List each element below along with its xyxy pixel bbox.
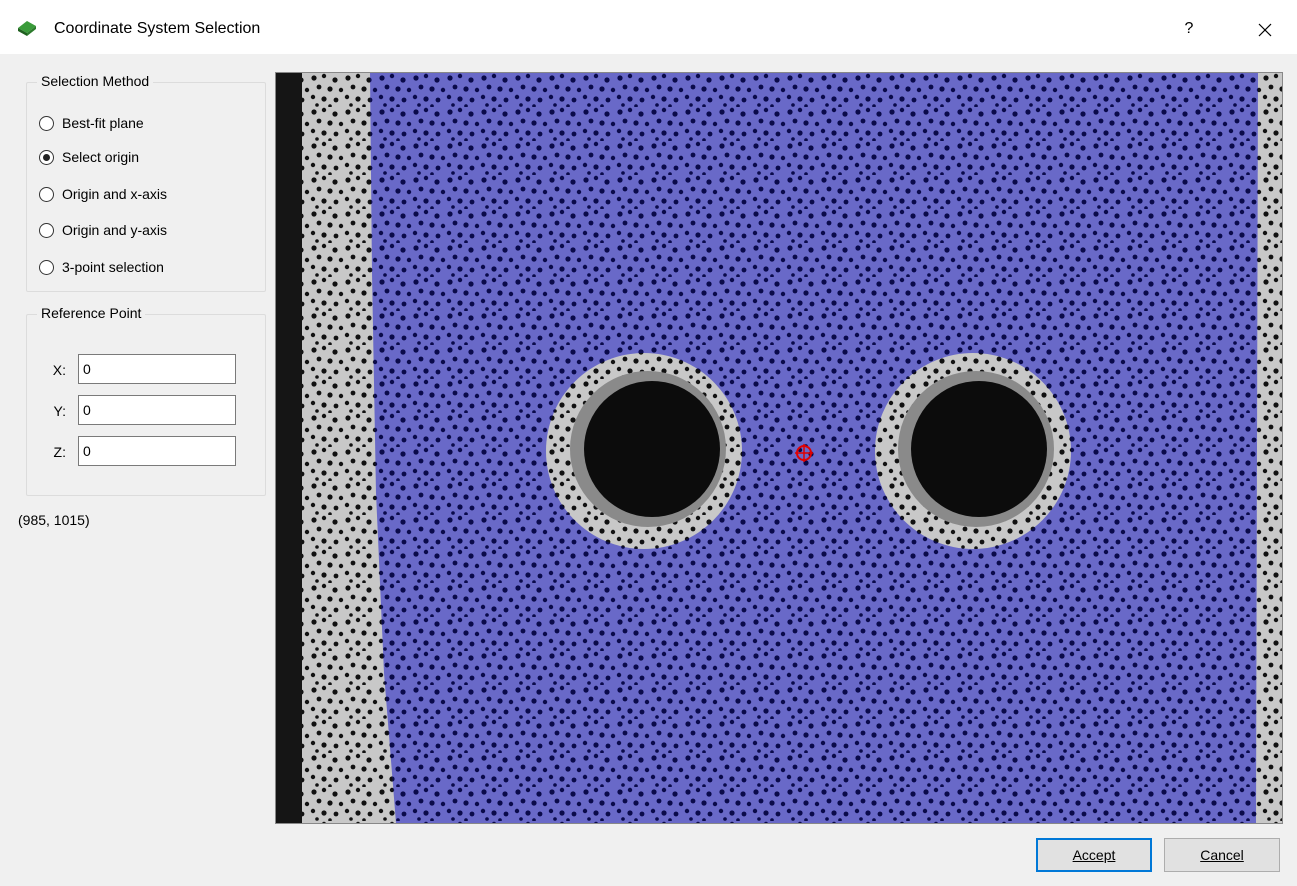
cancel-button[interactable]: Cancel bbox=[1164, 838, 1280, 872]
radio-indicator[interactable] bbox=[39, 115, 54, 131]
close-icon bbox=[1258, 23, 1272, 37]
accept-button[interactable]: Accept bbox=[1036, 838, 1152, 872]
roi-speckle bbox=[370, 73, 1258, 823]
radio-label: Origin and x-axis bbox=[62, 186, 168, 202]
right-hole bbox=[911, 381, 1047, 517]
radio-indicator[interactable] bbox=[39, 186, 54, 202]
title-bar: Coordinate System Selection ? bbox=[0, 0, 1297, 54]
y-label: Y: bbox=[53, 403, 66, 419]
specimen-edge bbox=[276, 73, 302, 823]
specimen-image[interactable] bbox=[276, 73, 1282, 823]
radio-3-point-selection[interactable]: 3-point selection bbox=[39, 256, 164, 278]
radio-label: 3-point selection bbox=[62, 259, 164, 275]
reference-point-legend: Reference Point bbox=[37, 305, 146, 321]
radio-select-origin[interactable]: Select origin bbox=[39, 146, 139, 168]
radio-indicator[interactable] bbox=[39, 222, 54, 238]
help-button[interactable]: ? bbox=[1174, 14, 1204, 44]
z-field[interactable] bbox=[78, 436, 236, 466]
radio-indicator[interactable] bbox=[39, 259, 54, 275]
x-label: X: bbox=[52, 362, 66, 378]
radio-origin-y-axis[interactable]: Origin and y-axis bbox=[39, 219, 167, 241]
radio-origin-x-axis[interactable]: Origin and x-axis bbox=[39, 183, 167, 205]
z-label: Z: bbox=[53, 444, 66, 460]
window-title: Coordinate System Selection bbox=[54, 20, 261, 37]
radio-label: Select origin bbox=[62, 149, 140, 165]
app-icon bbox=[18, 21, 36, 36]
x-field[interactable] bbox=[78, 354, 236, 384]
radio-label: Origin and y-axis bbox=[62, 222, 168, 238]
image-viewer[interactable] bbox=[275, 72, 1283, 824]
radio-label: Best-fit plane bbox=[62, 115, 144, 131]
pixel-coordinate-readout: (985, 1015) bbox=[18, 512, 90, 528]
selection-method-legend: Selection Method bbox=[37, 73, 154, 89]
radio-indicator[interactable] bbox=[39, 149, 54, 165]
left-hole bbox=[584, 381, 720, 517]
y-field[interactable] bbox=[78, 395, 236, 425]
selection-method-group: Selection Method Best-fit plane Select o… bbox=[26, 73, 266, 292]
close-button[interactable] bbox=[1250, 14, 1280, 44]
coordinate-system-dialog: Coordinate System Selection ? Selection … bbox=[0, 0, 1297, 886]
radio-best-fit-plane[interactable]: Best-fit plane bbox=[39, 112, 144, 134]
